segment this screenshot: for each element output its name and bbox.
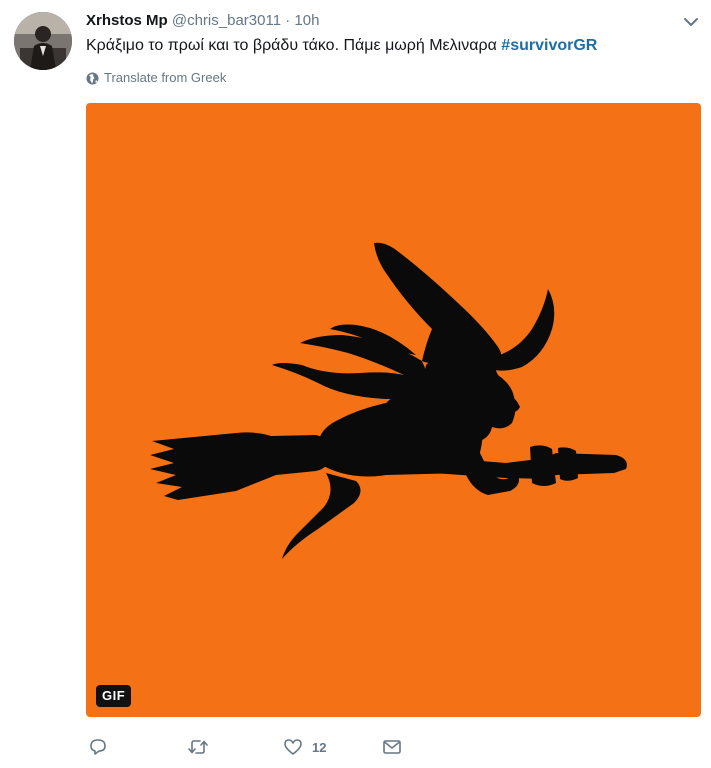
heart-icon	[284, 739, 302, 755]
gif-badge: GIF	[96, 685, 132, 707]
translate-label: Translate from Greek	[104, 70, 227, 85]
retweet-icon	[188, 740, 208, 754]
retweet-button[interactable]	[187, 733, 209, 761]
avatar[interactable]	[14, 12, 72, 70]
like-count: 12	[312, 739, 327, 755]
avatar-image	[14, 12, 72, 70]
reply-button[interactable]	[88, 733, 108, 761]
tweet-text: Κράξιμο το πρωί και το βράδυ τάκο. Πάμε …	[86, 35, 597, 57]
reply-icon	[90, 739, 106, 755]
user-handle[interactable]: @chris_bar3011	[172, 12, 281, 29]
translate-link[interactable]: Translate from Greek	[86, 69, 226, 87]
direct-message-button[interactable]	[381, 733, 403, 761]
like-button[interactable]: 12	[282, 733, 326, 761]
tweet: Xrhstos Mp @chris_bar3011 · 10h Κράξιμο …	[0, 0, 711, 768]
envelope-icon	[383, 740, 401, 754]
tweet-body: Κράξιμο το πρωί και το βράδυ τάκο. Πάμε …	[86, 37, 497, 54]
more-options-chevron-icon[interactable]	[681, 14, 701, 30]
witch-on-broom-silhouette	[150, 242, 627, 559]
gif-media[interactable]: GIF	[86, 103, 701, 717]
timestamp[interactable]: 10h	[294, 12, 319, 29]
globe-icon	[86, 72, 99, 84]
separator-dot: ·	[285, 12, 291, 29]
tweet-actions: 12	[86, 733, 486, 761]
tweet-header: Xrhstos Mp @chris_bar3011 · 10h	[86, 11, 319, 31]
display-name[interactable]: Xrhstos Mp	[86, 12, 168, 29]
hashtag-link[interactable]: #survivorGR	[501, 37, 597, 54]
